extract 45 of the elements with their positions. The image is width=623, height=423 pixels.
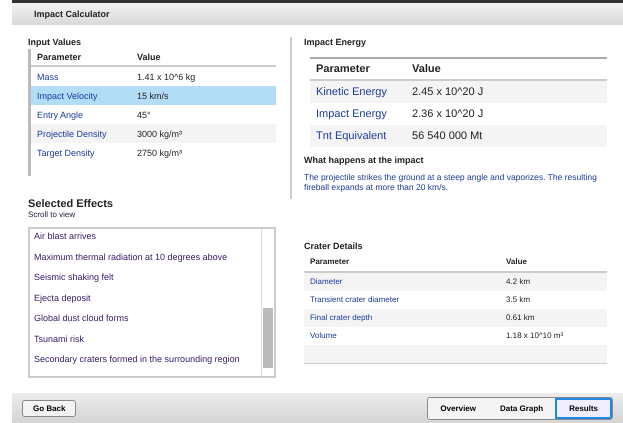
list-item[interactable]: Seismic shaking felt [34, 272, 257, 292]
section-title: Impact Energy [304, 37, 368, 47]
table-cell-text: 4.2 km [506, 277, 532, 286]
table-cell-text: 56 540 000 Mt [412, 130, 484, 142]
table-cell-text: Transient crater diameter [309, 295, 400, 304]
section-title: Crater Details [304, 240, 364, 251]
column-header: Parameter [315, 63, 371, 75]
table-cell-text: Tnt Equivalent [315, 130, 388, 142]
table-cell-text: 2.36 x 10^20 J [412, 108, 484, 120]
segment-tab[interactable]: Results [555, 398, 612, 418]
table-row[interactable]: Mass 1.41 x 10^6 kg [31, 67, 276, 86]
column-header: Value [412, 63, 442, 75]
table-cell-text: 2.45 x 10^20 J [412, 86, 484, 98]
list-item[interactable]: Air blast arrives [34, 231, 257, 252]
back-button[interactable]: Go Back [22, 400, 76, 416]
table-cell-text: Final crater depth [309, 313, 374, 322]
table-cell-text: Kinetic Energy [315, 86, 388, 98]
list-item[interactable]: Global dust cloud forms [34, 313, 257, 334]
table-cell-text: 1.18 x 10^10 m³ [506, 331, 564, 340]
list-item[interactable]: Tsunami risk [34, 334, 257, 354]
section-title: Selected Effects [28, 198, 114, 210]
description-text: The projectile strikes the ground at a steep angle and vaporizes. The resulting fireball expands at more than 20 km/s. [304, 173, 598, 193]
table-row[interactable]: Projectile Density 3000 kg/m³ [31, 124, 276, 143]
table-cell-text: Diameter [309, 277, 344, 286]
table-cell-text: Volume [309, 331, 338, 340]
column-header: Parameter [309, 257, 350, 266]
column-header: Value [137, 52, 162, 62]
section-title: What happens at the impact [304, 155, 425, 165]
list-item[interactable]: Ejecta deposit [34, 292, 257, 313]
segment-tab[interactable]: Data Graph [488, 398, 556, 418]
table-cell-text: 3.5 km [506, 295, 532, 304]
scrollbar[interactable] [261, 229, 274, 376]
table-row[interactable]: Impact Velocity 15 km/s [31, 86, 276, 105]
column-header: Parameter [36, 52, 82, 62]
section-title: Input Values [28, 37, 82, 47]
table-row[interactable]: Target Density 2750 kg/m³ [31, 143, 276, 162]
section-subtitle: Scroll to view [28, 210, 76, 219]
column-header: Value [506, 257, 528, 266]
table-row[interactable]: Entry Angle 45° [31, 105, 276, 124]
table-cell-text: 0.61 km [506, 313, 536, 322]
segment-tab[interactable]: Overview [428, 398, 488, 418]
list-item[interactable]: Secondary craters formed in the surrounding region [34, 354, 257, 374]
list-item[interactable]: Maximum thermal radiation at 10 degrees above [34, 252, 257, 272]
window-title: Impact Calculator [34, 9, 110, 19]
table-cell-text: Impact Energy [315, 108, 388, 120]
